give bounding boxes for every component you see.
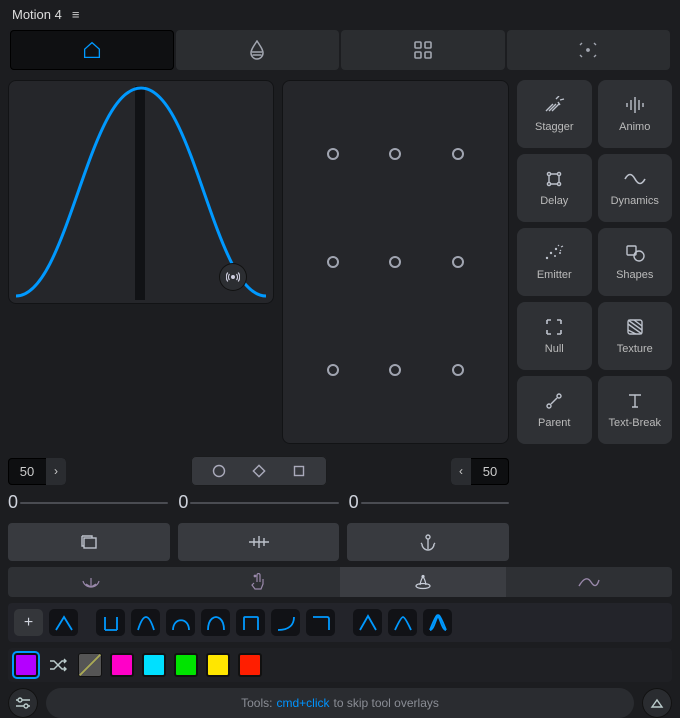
anchor-tr[interactable] bbox=[452, 148, 464, 160]
anchor-bc[interactable] bbox=[389, 364, 401, 376]
anchor-br[interactable] bbox=[452, 364, 464, 376]
app-title: Motion 4 bbox=[12, 7, 62, 22]
texture-icon bbox=[626, 317, 644, 337]
collapse-button[interactable] bbox=[642, 688, 672, 718]
tab-water[interactable] bbox=[176, 30, 340, 70]
tool-null[interactable]: Null bbox=[517, 302, 592, 370]
color-3[interactable] bbox=[174, 653, 198, 677]
ease-preset-6[interactable] bbox=[236, 609, 265, 636]
anchor-grid bbox=[282, 80, 509, 444]
tool-grid: Stagger Animo Delay Dynamics Emitter Sha… bbox=[517, 80, 672, 444]
tool-label: Emitter bbox=[537, 269, 572, 281]
slider-3[interactable]: 0 bbox=[349, 492, 509, 513]
tool-label: Texture bbox=[617, 343, 653, 355]
ease-preset-3[interactable] bbox=[131, 609, 160, 636]
color-1[interactable] bbox=[110, 653, 134, 677]
shape-diamond[interactable] bbox=[239, 460, 279, 482]
tool-label: Parent bbox=[538, 417, 570, 429]
anchor-mr[interactable] bbox=[452, 256, 464, 268]
tool-label: Null bbox=[545, 343, 564, 355]
parent-icon bbox=[545, 391, 563, 411]
ease-preset-11[interactable] bbox=[423, 609, 452, 636]
tool-animo[interactable]: Animo bbox=[598, 80, 673, 148]
left-value: 50 bbox=[8, 458, 46, 485]
hint-key: cmd+click bbox=[276, 696, 329, 710]
mode-row bbox=[8, 567, 672, 597]
right-value-box[interactable]: ‹ 50 bbox=[451, 458, 509, 485]
ease-preset-10[interactable] bbox=[388, 609, 417, 636]
left-value-step[interactable]: › bbox=[46, 458, 66, 485]
easing-graph[interactable] bbox=[8, 80, 274, 304]
ease-preset-5[interactable] bbox=[201, 609, 230, 636]
ease-preset-7[interactable] bbox=[271, 609, 300, 636]
tool-label: Delay bbox=[540, 195, 568, 207]
shapes-icon bbox=[625, 243, 645, 263]
right-value: 50 bbox=[471, 458, 509, 485]
mode-fan[interactable] bbox=[8, 567, 174, 597]
tool-stagger[interactable]: Stagger bbox=[517, 80, 592, 148]
stagger-icon bbox=[543, 95, 565, 115]
align-anchor[interactable] bbox=[347, 523, 509, 561]
hint-bar: Tools: cmd+click to skip tool overlays bbox=[46, 688, 634, 718]
align-distribute[interactable] bbox=[178, 523, 340, 561]
shape-circle[interactable] bbox=[199, 460, 239, 482]
delay-icon bbox=[545, 169, 563, 189]
settings-button[interactable] bbox=[8, 688, 38, 718]
shape-segment bbox=[191, 456, 327, 486]
color-picker[interactable] bbox=[78, 653, 102, 677]
color-current[interactable] bbox=[14, 653, 38, 677]
tool-textbreak[interactable]: Text-Break bbox=[598, 376, 673, 444]
tool-shapes[interactable]: Shapes bbox=[598, 228, 673, 296]
anchor-bl[interactable] bbox=[327, 364, 339, 376]
anchor-mc[interactable] bbox=[389, 256, 401, 268]
signal-icon[interactable] bbox=[220, 264, 246, 290]
animo-icon bbox=[625, 95, 645, 115]
tool-parent[interactable]: Parent bbox=[517, 376, 592, 444]
tool-label: Animo bbox=[619, 121, 650, 133]
color-5[interactable] bbox=[238, 653, 262, 677]
hint-suffix: to skip tool overlays bbox=[333, 696, 438, 710]
tool-label: Shapes bbox=[616, 269, 653, 281]
ease-preset-8[interactable] bbox=[306, 609, 335, 636]
tab-home[interactable] bbox=[10, 30, 174, 70]
null-icon bbox=[545, 317, 563, 337]
mode-spring[interactable] bbox=[340, 567, 506, 597]
slider-2[interactable]: 0 bbox=[178, 492, 338, 513]
right-value-step[interactable]: ‹ bbox=[451, 458, 471, 485]
slider-1[interactable]: 0 bbox=[8, 492, 168, 513]
top-nav bbox=[8, 28, 672, 72]
anchor-tc[interactable] bbox=[389, 148, 401, 160]
ease-preset-9[interactable] bbox=[353, 609, 382, 636]
textbreak-icon bbox=[626, 391, 644, 411]
tab-grid[interactable] bbox=[341, 30, 505, 70]
menu-icon[interactable]: ≡ bbox=[72, 7, 80, 22]
shape-square[interactable] bbox=[279, 460, 319, 482]
tool-delay[interactable]: Delay bbox=[517, 154, 592, 222]
ease-row: + bbox=[8, 603, 672, 642]
tab-focus[interactable] bbox=[507, 30, 671, 70]
ease-preset-2[interactable] bbox=[96, 609, 125, 636]
add-ease-button[interactable]: + bbox=[14, 609, 43, 636]
tool-label: Stagger bbox=[535, 121, 574, 133]
shuffle-colors[interactable] bbox=[46, 653, 70, 677]
emitter-icon bbox=[544, 243, 564, 263]
left-value-box[interactable]: 50 › bbox=[8, 458, 66, 485]
ease-preset-1[interactable] bbox=[49, 609, 78, 636]
mode-touch[interactable] bbox=[174, 567, 340, 597]
tool-emitter[interactable]: Emitter bbox=[517, 228, 592, 296]
anchor-tl[interactable] bbox=[327, 148, 339, 160]
color-row bbox=[8, 648, 672, 682]
tool-texture[interactable]: Texture bbox=[598, 302, 673, 370]
anchor-ml[interactable] bbox=[327, 256, 339, 268]
dynamics-icon bbox=[624, 169, 646, 189]
color-4[interactable] bbox=[206, 653, 230, 677]
tool-dynamics[interactable]: Dynamics bbox=[598, 154, 673, 222]
color-2[interactable] bbox=[142, 653, 166, 677]
mode-curve[interactable] bbox=[506, 567, 672, 597]
align-trim[interactable] bbox=[8, 523, 170, 561]
tool-label: Dynamics bbox=[611, 195, 659, 207]
tool-label: Text-Break bbox=[608, 417, 661, 429]
ease-preset-4[interactable] bbox=[166, 609, 195, 636]
hint-prefix: Tools: bbox=[241, 696, 272, 710]
